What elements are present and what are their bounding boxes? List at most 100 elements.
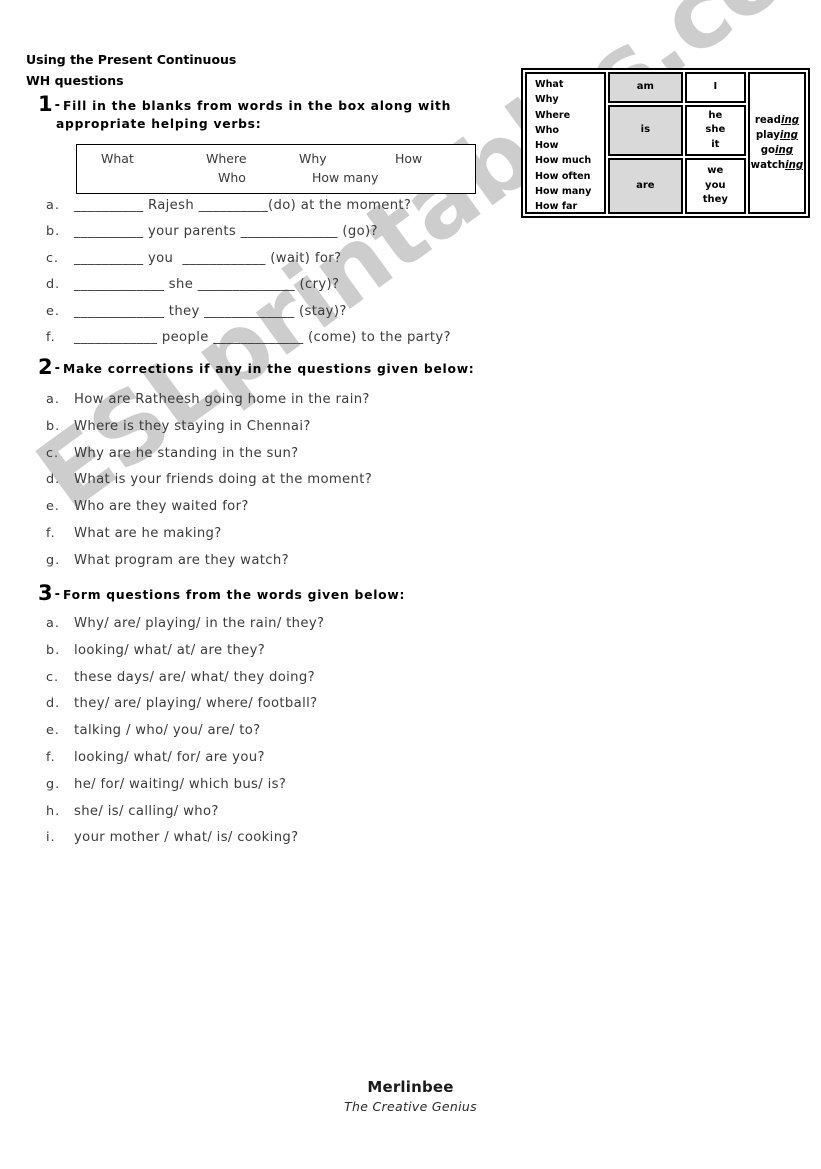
section-number: 3	[38, 581, 53, 605]
worksheet-page: Using the Present Continuous WH question…	[0, 0, 821, 1169]
word-bank-item: Where	[206, 151, 247, 166]
pronoun-cell: we you they	[684, 158, 746, 215]
section-heading-text-line2: appropriate helping verbs:	[56, 117, 262, 131]
item-label: b.	[46, 418, 61, 434]
item-label: d.	[46, 472, 61, 488]
ing-verb-stem: play	[755, 130, 780, 141]
item-text: talking / who/ you/ are/ to?	[74, 723, 261, 739]
list-item: d. What is your friends doing at the mome…	[46, 472, 516, 499]
list-item: d. they/ are/ playing/ where/ football?	[46, 696, 516, 723]
wh-word: Who	[535, 124, 560, 136]
section-dash: -	[54, 587, 61, 602]
item-label: f.	[46, 525, 56, 541]
item-label: g.	[46, 776, 61, 792]
section-dash: -	[54, 98, 61, 113]
footer-tagline: The Creative Genius	[344, 1099, 477, 1114]
item-label: f.	[46, 329, 56, 345]
item-text: looking/ what/ for/ are you?	[74, 749, 265, 765]
helping-verb-cell: am	[607, 72, 683, 103]
footer: Merlinbee The Creative Genius	[0, 1078, 821, 1114]
ing-verb-stem: go	[760, 145, 776, 156]
item-text: What program are they watch?	[74, 552, 289, 568]
item-label: c.	[46, 445, 60, 461]
section-number: 2	[38, 355, 53, 379]
ing-verb-stem: read	[754, 115, 781, 126]
word-bank-item: How	[395, 151, 423, 166]
section-heading-text: Form questions from the words given belo…	[63, 588, 406, 602]
footer-author-name: Merlinbee	[367, 1078, 454, 1096]
wh-word: How	[535, 140, 559, 152]
wh-word: What	[535, 79, 564, 90]
ing-verb-suffix: ing	[779, 130, 798, 141]
wh-word: How far	[535, 201, 578, 213]
list-item: i. your mother / what/ is/ cooking?	[46, 830, 516, 857]
list-item: a. __________ Rajesh __________(do) at th…	[46, 198, 516, 224]
item-text: Where is they staying in Chennai?	[74, 418, 311, 434]
item-label: a.	[46, 616, 60, 631]
item-label: e.	[46, 303, 60, 319]
pronoun: they	[702, 194, 728, 206]
pronoun: he	[708, 109, 723, 121]
pronoun: she	[705, 124, 726, 136]
helping-verb-cell: are	[607, 158, 683, 215]
item-text: _____________ she ______________ (cry)?	[74, 277, 340, 293]
ing-verb: reading	[751, 113, 804, 128]
section-3-heading: 3- Form questions from the words given be…	[38, 583, 488, 605]
helping-verb-cell: is	[607, 104, 683, 157]
pronoun: I	[713, 81, 718, 93]
item-text: Why are he standing in the sun?	[74, 445, 299, 461]
wh-word: How often	[535, 170, 591, 182]
item-text: Who are they waited for?	[74, 499, 249, 515]
item-label: i.	[46, 830, 56, 846]
wh-word: How many	[535, 186, 592, 198]
item-label: b.	[46, 642, 61, 658]
item-label: d.	[46, 277, 61, 293]
item-text: What are he making?	[74, 525, 222, 541]
ing-verb-stem: watch	[750, 160, 786, 171]
ing-verb: watching	[751, 158, 804, 173]
item-label: g.	[46, 552, 61, 568]
section-heading-text: Make corrections if any in the questions…	[63, 362, 475, 376]
item-label: a.	[46, 392, 60, 407]
table-column-helping-verbs: am is are	[607, 72, 683, 215]
list-item: a. Why/ are/ playing/ in the rain/ they?	[46, 616, 516, 643]
page-title: Using the Present Continuous	[26, 52, 237, 67]
list-item: d. _____________ she ______________ (cry)…	[46, 277, 516, 303]
list-item: f. looking/ what/ for/ are you?	[46, 750, 516, 777]
ing-verb-suffix: ing	[780, 115, 799, 126]
item-text: he/ for/ waiting/ which bus/ is?	[74, 776, 287, 792]
item-text: she/ is/ calling/ who?	[74, 803, 219, 819]
word-bank-item: What	[101, 151, 134, 166]
item-text: looking/ what/ at/ are they?	[74, 642, 266, 658]
item-label: d.	[46, 696, 61, 712]
pronoun-cell: he she it	[684, 104, 746, 157]
item-label: e.	[46, 723, 60, 739]
section-3-items: a. Why/ are/ playing/ in the rain/ they? …	[46, 616, 516, 857]
item-text: these days/ are/ what/ they doing?	[74, 669, 315, 685]
list-item: b. __________ your parents ______________…	[46, 224, 516, 250]
item-text: _____________ they _____________ (stay)?	[74, 303, 347, 319]
wh-word: Where	[535, 109, 571, 121]
word-bank-item: How many	[312, 170, 379, 185]
item-label: f.	[46, 749, 56, 765]
item-text: Why/ are/ playing/ in the rain/ they?	[74, 616, 325, 631]
item-label: a.	[46, 198, 60, 213]
section-dash: -	[54, 361, 61, 376]
list-item: g. What program are they watch?	[46, 553, 516, 580]
item-label: c.	[46, 250, 60, 266]
table-column-ing-verbs: reading playing going watching	[747, 72, 806, 214]
ing-verb-suffix: ing	[775, 145, 794, 156]
item-text: they/ are/ playing/ where/ football?	[74, 696, 318, 712]
item-text: __________ you ____________ (wait) for?	[74, 250, 342, 266]
ing-verb: playing	[751, 128, 804, 143]
item-text: __________ Rajesh __________(do) at the …	[74, 198, 412, 213]
list-item: f. ____________ people _____________ (com…	[46, 330, 516, 356]
wh-word: Why	[535, 94, 559, 106]
list-item: c. these days/ are/ what/ they doing?	[46, 670, 516, 697]
item-text: __________ your parents ______________ (…	[74, 224, 378, 240]
item-label: c.	[46, 669, 60, 685]
section-2-items: a. How are Ratheesh going home in the rai…	[46, 392, 516, 580]
ing-verb: going	[751, 143, 804, 158]
item-label: b.	[46, 224, 61, 240]
list-item: e. talking / who/ you/ are/ to?	[46, 723, 516, 750]
